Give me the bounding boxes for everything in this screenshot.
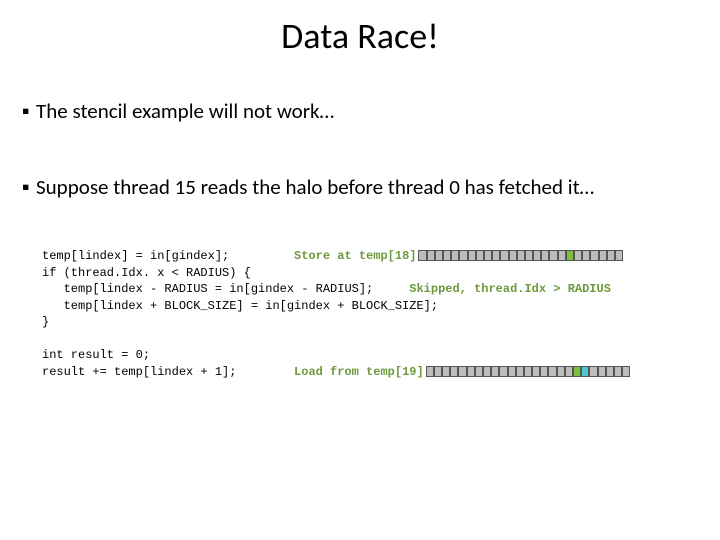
bullet-1: ▪The stencil example will not work…: [22, 98, 698, 124]
memory-cell: [467, 366, 475, 377]
memory-cell: [549, 250, 557, 261]
memory-cell: [475, 366, 483, 377]
memory-cell: [582, 250, 590, 261]
memory-cell: [557, 366, 565, 377]
memory-cell: [615, 250, 623, 261]
code-line-7: int result = 0;: [42, 348, 150, 362]
memory-cell: [541, 250, 549, 261]
memory-cell: [483, 366, 491, 377]
memory-cell: [484, 250, 492, 261]
memory-cell: [491, 366, 499, 377]
memory-cell: [443, 250, 451, 261]
memory-cell: [606, 366, 614, 377]
memory-cell: [533, 250, 541, 261]
memory-cell: [509, 250, 517, 261]
memory-cell: [517, 250, 525, 261]
memory-cell: [426, 366, 434, 377]
memory-cell: [565, 366, 573, 377]
memory-cell: [574, 250, 582, 261]
memory-cell: [589, 366, 597, 377]
bullet-1-text: The stencil example will not work…: [36, 98, 692, 124]
code-line-8a: result += temp[lindex + 1];: [42, 365, 294, 379]
memory-cell: [525, 250, 533, 261]
annotation-load: Load from temp[19]: [294, 365, 424, 379]
memory-strip-load: [426, 366, 631, 377]
memory-cell: [468, 250, 476, 261]
code-block: temp[lindex] = in[gindex]; Store at temp…: [42, 248, 630, 380]
memory-cell: [499, 366, 507, 377]
memory-cell: [434, 366, 442, 377]
memory-cell: [516, 366, 524, 377]
memory-cell: [540, 366, 548, 377]
memory-cell: [492, 250, 500, 261]
annotation-skipped: Skipped, thread.Idx > RADIUS: [409, 282, 611, 296]
slide: Data Race! ▪The stencil example will not…: [0, 0, 720, 540]
bullet-marker-icon: ▪: [22, 174, 36, 200]
bullet-2-text: Suppose thread 15 reads the halo before …: [36, 174, 692, 200]
memory-cell: [622, 366, 630, 377]
memory-cell: [598, 366, 606, 377]
memory-cell: [524, 366, 532, 377]
memory-cell: [599, 250, 607, 261]
memory-cell: [573, 366, 581, 377]
memory-cell: [566, 250, 574, 261]
memory-cell: [607, 250, 615, 261]
code-line-1a: temp[lindex] = in[gindex];: [42, 249, 294, 263]
memory-cell: [508, 366, 516, 377]
memory-strip-store: [418, 250, 623, 261]
memory-cell: [614, 366, 622, 377]
memory-cell: [418, 250, 426, 261]
memory-cell: [435, 250, 443, 261]
memory-cell: [427, 250, 435, 261]
code-line-4: temp[lindex + BLOCK_SIZE] = in[gindex + …: [42, 299, 438, 313]
bullet-2: ▪Suppose thread 15 reads the halo before…: [22, 174, 698, 200]
code-line-3a: temp[lindex - RADIUS = in[gindex - RADIU…: [42, 282, 409, 296]
memory-cell: [442, 366, 450, 377]
memory-cell: [459, 250, 467, 261]
annotation-store: Store at temp[18]: [294, 249, 416, 263]
bullet-marker-icon: ▪: [22, 98, 36, 124]
memory-cell: [532, 366, 540, 377]
memory-cell: [581, 366, 589, 377]
memory-cell: [451, 250, 459, 261]
memory-cell: [558, 250, 566, 261]
code-line-5: }: [42, 315, 49, 329]
memory-cell: [458, 366, 466, 377]
memory-cell: [476, 250, 484, 261]
memory-cell: [450, 366, 458, 377]
memory-cell: [590, 250, 598, 261]
slide-title: Data Race!: [0, 14, 720, 58]
memory-cell: [500, 250, 508, 261]
code-line-2: if (thread.Idx. x < RADIUS) {: [42, 266, 251, 280]
memory-cell: [548, 366, 556, 377]
